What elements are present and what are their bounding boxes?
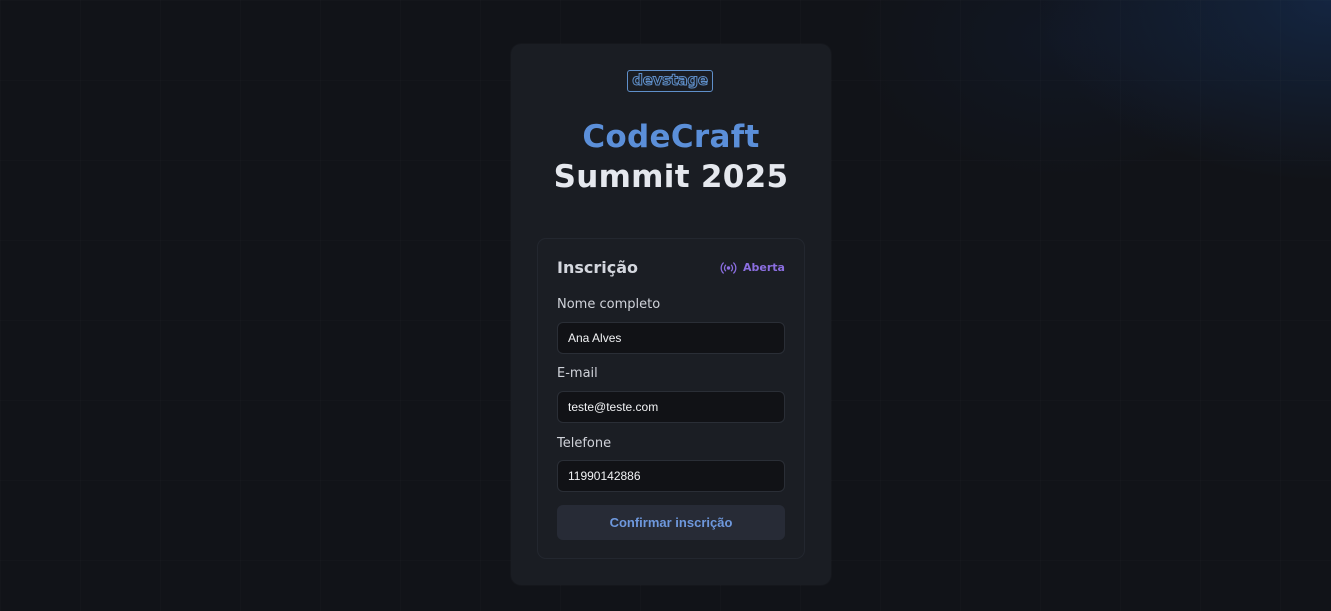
- email-field[interactable]: [557, 391, 785, 423]
- phone-field[interactable]: [557, 460, 785, 492]
- registration-panel: Inscrição Aberta Nome completo E-mail Te…: [537, 238, 805, 559]
- registration-title: Inscrição: [557, 258, 638, 277]
- status-label: Aberta: [743, 261, 785, 274]
- name-field-label: Nome completo: [557, 297, 661, 312]
- phone-field-label: Telefone: [557, 436, 612, 451]
- event-title-line1: CodeCraft: [582, 119, 760, 155]
- logo-text: devstage: [632, 71, 709, 89]
- devstage-logo: devstage: [627, 70, 713, 92]
- email-field-label: E-mail: [557, 366, 598, 381]
- event-title-line2: Summit 2025: [553, 159, 789, 195]
- event-card: devstage CodeCraft Summit 2025 Inscrição…: [511, 44, 831, 585]
- broadcast-icon: [720, 262, 737, 274]
- name-field[interactable]: [557, 322, 785, 354]
- status-badge: Aberta: [720, 261, 785, 275]
- confirm-registration-button[interactable]: Confirmar inscrição: [557, 505, 785, 540]
